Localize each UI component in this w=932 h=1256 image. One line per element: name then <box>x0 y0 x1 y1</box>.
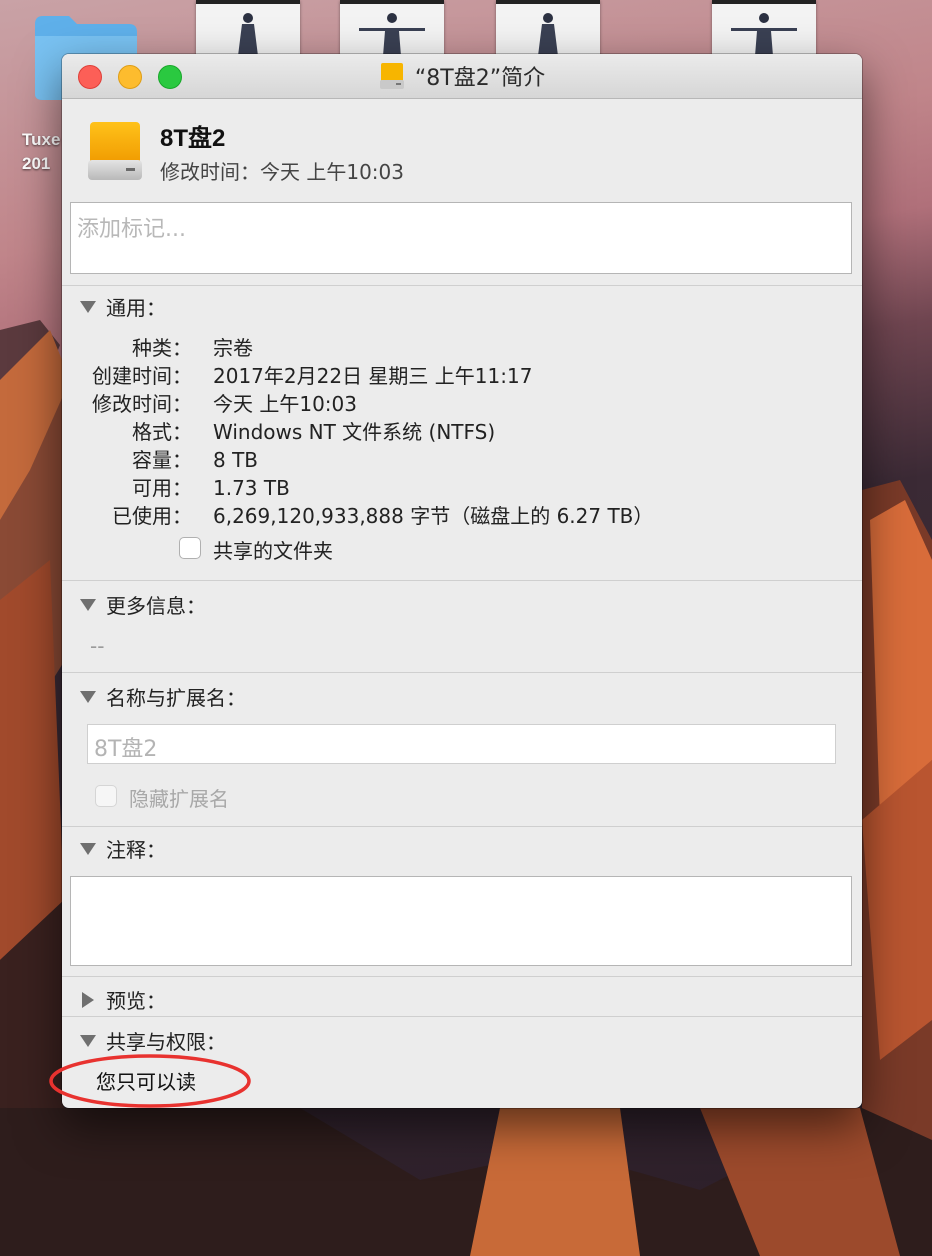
desktop-thumbnail[interactable] <box>496 0 600 59</box>
section-general-header[interactable]: 通用： <box>80 292 166 321</box>
info-label: 容量： <box>132 448 192 472</box>
info-label: 可用： <box>132 476 192 500</box>
section-more-info-title: 更多信息： <box>106 594 206 618</box>
section-comments-header[interactable]: 注释： <box>80 834 166 863</box>
info-row-available: 可用： 1.73 TB <box>62 474 862 502</box>
annotation-circle <box>49 1054 251 1108</box>
info-row-capacity: 容量： 8 TB <box>62 446 862 474</box>
folder-label-line-1: Tuxe <box>22 130 61 149</box>
disclosure-triangle-icon[interactable] <box>80 1034 96 1047</box>
info-value: 6,269,120,933,888 字节（磁盘上的 6.27 TB） <box>213 504 654 528</box>
info-value: Windows NT 文件系统 (NTFS) <box>213 420 496 444</box>
divider <box>62 672 862 673</box>
hide-extension-label: 隐藏扩展名 <box>129 787 229 811</box>
window-title: “8T盘2”简介 <box>414 66 546 91</box>
folder-label: Tuxe 201 <box>22 128 60 176</box>
section-name-ext-title: 名称与扩展名： <box>106 686 246 710</box>
section-preview-title: 预览： <box>106 989 166 1013</box>
info-row-kind: 种类： 宗卷 <box>62 334 862 362</box>
person-thumbnail-icon <box>731 13 797 56</box>
section-general-title: 通用： <box>106 296 166 320</box>
info-label: 格式： <box>132 420 192 444</box>
divider <box>62 285 862 286</box>
info-label: 修改时间： <box>92 392 192 416</box>
tags-input[interactable]: 添加标记... <box>70 202 852 274</box>
info-row-created: 创建时间： 2017年2月22日 星期三 上午11:17 <box>62 362 862 390</box>
desktop-thumbnail[interactable] <box>340 0 444 59</box>
disclosure-triangle-icon[interactable] <box>80 690 96 703</box>
info-value: 8 TB <box>213 448 259 472</box>
shared-folder-checkbox[interactable] <box>179 537 201 559</box>
drive-icon <box>379 63 404 89</box>
desktop-thumbnail[interactable] <box>712 0 816 59</box>
desktop-thumbnail[interactable] <box>196 0 300 59</box>
divider <box>62 1016 862 1017</box>
info-row-modified: 修改时间： 今天 上午10:03 <box>62 390 862 418</box>
item-name: 8T盘2 <box>160 125 226 152</box>
shared-folder-label: 共享的文件夹 <box>213 539 333 563</box>
person-thumbnail-icon <box>359 13 425 56</box>
name-input[interactable]: 8T盘2 <box>87 724 836 764</box>
info-value: 2017年2月22日 星期三 上午11:17 <box>213 364 533 388</box>
info-value: 宗卷 <box>213 336 253 360</box>
person-thumbnail-icon <box>538 13 558 56</box>
divider <box>62 976 862 977</box>
info-row-used: 已使用： 6,269,120,933,888 字节（磁盘上的 6.27 TB） <box>62 502 862 530</box>
folder-label-line-2: 201 <box>22 154 51 173</box>
disclosure-triangle-icon[interactable] <box>80 598 96 611</box>
info-label: 已使用： <box>112 504 192 528</box>
info-row-format: 格式： Windows NT 文件系统 (NTFS) <box>62 418 862 446</box>
title-bar[interactable]: “8T盘2”简介 <box>62 54 862 99</box>
get-info-window: “8T盘2”简介 8T盘2 修改时间：今天 上午10:03 添加标记... 通用… <box>62 54 862 1108</box>
section-comments-title: 注释： <box>106 838 166 862</box>
window-title-group: “8T盘2”简介 <box>62 54 862 98</box>
info-label: 创建时间： <box>92 364 192 388</box>
disclosure-triangle-icon[interactable] <box>80 300 96 313</box>
person-thumbnail-icon <box>238 13 258 56</box>
section-more-info-header[interactable]: 更多信息： <box>80 590 206 619</box>
more-info-value: -- <box>90 634 105 658</box>
drive-icon <box>88 122 142 180</box>
info-label: 种类： <box>132 336 192 360</box>
disclosure-triangle-collapsed-icon[interactable] <box>82 991 94 1008</box>
section-sharing-header[interactable]: 共享与权限： <box>80 1026 226 1055</box>
hide-extension-checkbox[interactable] <box>95 785 117 807</box>
section-preview-header[interactable]: 预览： <box>80 985 166 1014</box>
divider <box>62 826 862 827</box>
info-value: 1.73 TB <box>213 476 290 500</box>
divider <box>62 580 862 581</box>
section-sharing-title: 共享与权限： <box>106 1030 226 1054</box>
comments-textarea[interactable] <box>70 876 852 966</box>
section-name-ext-header[interactable]: 名称与扩展名： <box>80 682 246 711</box>
disclosure-triangle-icon[interactable] <box>80 842 96 855</box>
info-value: 今天 上午10:03 <box>213 392 357 416</box>
item-modified: 修改时间：今天 上午10:03 <box>160 160 404 184</box>
